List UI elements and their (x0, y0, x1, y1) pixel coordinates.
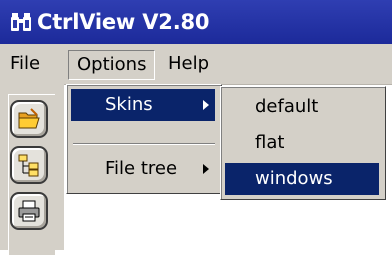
title-bar[interactable]: CtrlView V2.80 (0, 0, 392, 44)
menu-item-file-tree[interactable]: File tree (71, 153, 215, 185)
menu-item-file-tree-label: File tree (105, 158, 178, 179)
window-title: CtrlView V2.80 (37, 10, 210, 34)
open-folder-icon (18, 108, 40, 129)
skin-option-default-label: default (255, 96, 319, 117)
menu-help[interactable]: Help (160, 50, 217, 78)
skin-option-flat-label: flat (255, 132, 285, 153)
skin-option-windows[interactable]: windows (225, 163, 379, 195)
menu-file[interactable]: File (2, 50, 48, 78)
print-button[interactable] (10, 192, 48, 230)
menu-separator (73, 143, 215, 145)
menu-item-skins-label: Skins (105, 94, 153, 115)
skins-submenu: default flat windows (220, 86, 386, 200)
skin-option-flat[interactable]: flat (225, 127, 379, 159)
skin-option-windows-label: windows (255, 168, 333, 189)
left-toolbar (0, 84, 64, 255)
app-window: CtrlView V2.80 File Options Help Skins F… (0, 0, 392, 255)
open-folder-button[interactable] (10, 100, 48, 138)
menu-options[interactable]: Options (68, 50, 156, 80)
file-tree-icon (18, 154, 39, 177)
options-menu: Skins File tree (66, 84, 222, 194)
printer-icon (18, 200, 40, 222)
submenu-arrow-icon (203, 100, 209, 110)
menu-bar: File Options Help (0, 44, 392, 85)
binoculars-icon (11, 13, 31, 31)
file-tree-button[interactable] (10, 146, 48, 184)
menu-item-skins[interactable]: Skins (71, 89, 215, 121)
submenu-arrow-icon (203, 164, 209, 174)
skin-option-default[interactable]: default (225, 91, 379, 123)
